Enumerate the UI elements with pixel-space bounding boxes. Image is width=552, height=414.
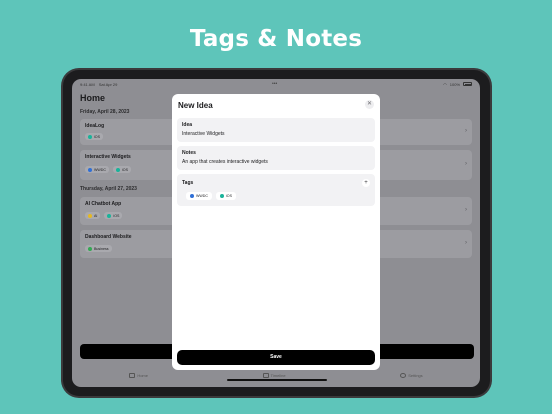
tab-label: Home xyxy=(137,373,148,378)
tag-dot-icon xyxy=(88,134,92,139)
notes-label: Notes xyxy=(182,150,196,156)
tag-dot-icon xyxy=(88,213,92,218)
home-indicator xyxy=(227,379,327,381)
idea-value[interactable]: Interactive Widgets xyxy=(182,131,225,137)
notes-field[interactable]: Notes An app that creates interactive wi… xyxy=(177,146,375,170)
tag-chip: WWDC xyxy=(85,166,109,173)
card-title: IdeaLog xyxy=(85,123,105,129)
card-title: Interactive Widgets xyxy=(85,154,131,160)
battery-icon xyxy=(463,82,472,86)
tag-chip: Business xyxy=(85,245,112,252)
tag-chip: iOS xyxy=(85,133,103,140)
notes-value[interactable]: An app that creates interactive widgets xyxy=(182,159,268,165)
page-title: Home xyxy=(80,93,106,103)
multitask-dots-icon[interactable]: ••• xyxy=(272,81,277,87)
chevron-right-icon: › xyxy=(465,207,467,213)
battery-percent: 100% xyxy=(449,81,460,87)
card-title: Dashboard Website xyxy=(85,234,132,240)
chevron-right-icon: › xyxy=(465,128,467,134)
chevron-right-icon: › xyxy=(465,161,467,167)
tag-label: iOS xyxy=(225,194,232,198)
tag-label: iOS xyxy=(121,167,128,172)
tab-home[interactable]: Home xyxy=(129,373,148,378)
tag-dot-icon xyxy=(190,194,194,198)
tag-chip[interactable]: iOS xyxy=(215,192,236,200)
tag-label: iOS xyxy=(113,213,120,218)
tag-label: AI xyxy=(94,213,98,218)
new-idea-sheet: New Idea ✕ Idea Interactive Widgets Note… xyxy=(172,94,380,370)
chevron-right-icon: › xyxy=(465,240,467,246)
tag-label: iOS xyxy=(94,134,100,139)
idea-field[interactable]: Idea Interactive Widgets xyxy=(177,118,375,142)
headline: Tags & Notes xyxy=(189,26,363,52)
save-button[interactable]: Save xyxy=(177,350,375,365)
house-icon xyxy=(129,373,136,378)
gear-icon xyxy=(400,373,407,378)
tag-label: WWDC xyxy=(94,167,106,172)
tags-field: Tags + WWDC iOS xyxy=(177,174,375,206)
wifi-icon: ◠ xyxy=(443,81,447,87)
tag-label: WWDC xyxy=(196,194,208,198)
section-date: Thursday, April 27, 2023 xyxy=(80,186,137,192)
calendar-icon xyxy=(262,373,269,378)
tab-label: Timeline xyxy=(270,373,286,378)
tag-dot-icon xyxy=(107,213,112,218)
idea-label: Idea xyxy=(182,122,193,128)
tag-dot-icon xyxy=(115,167,120,172)
tag-chip[interactable]: WWDC xyxy=(186,192,212,200)
section-date: Friday, April 28, 2023 xyxy=(80,109,130,115)
tab-timeline[interactable]: Timeline xyxy=(262,373,286,378)
status-time: 9:41 AM xyxy=(80,81,95,87)
add-tag-button[interactable]: + xyxy=(362,179,370,187)
tags-label: Tags xyxy=(182,180,194,186)
status-date: Sat Apr 29 xyxy=(98,81,118,87)
card-title: AI Chatbot App xyxy=(85,201,122,207)
tag-dot-icon xyxy=(219,194,224,198)
tag-chip: AI xyxy=(85,212,101,219)
tag-chip: iOS xyxy=(112,166,131,173)
tab-label: Settings xyxy=(408,373,423,378)
sheet-title: New Idea xyxy=(178,101,213,110)
close-icon[interactable]: ✕ xyxy=(365,100,374,109)
tag-dot-icon xyxy=(88,167,92,172)
tag-dot-icon xyxy=(88,246,92,251)
tag-chip: iOS xyxy=(104,212,123,219)
tag-label: Business xyxy=(94,246,109,251)
tab-settings[interactable]: Settings xyxy=(400,373,423,378)
